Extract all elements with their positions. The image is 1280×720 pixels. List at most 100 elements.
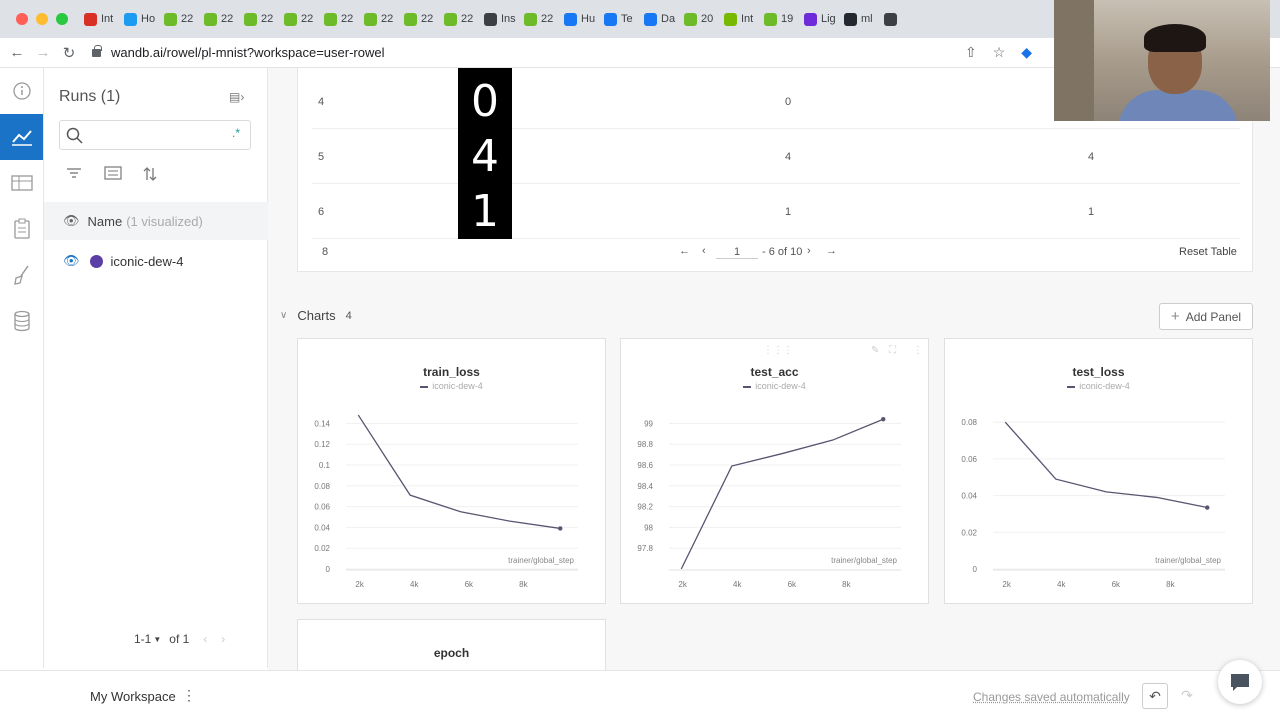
browser-tab[interactable]: 22: [160, 12, 200, 26]
reload-icon[interactable]: ↻: [56, 44, 82, 62]
browser-tab-label: 22: [181, 13, 194, 25]
minimize-window-button[interactable]: [36, 13, 48, 25]
info-icon[interactable]: [0, 68, 43, 114]
browser-tab[interactable]: 22: [440, 12, 480, 26]
chat-icon: [1231, 674, 1249, 691]
first-page-icon[interactable]: ←: [679, 245, 690, 257]
fullscreen-icon[interactable]: ⛶: [889, 345, 896, 356]
chart-title: epoch: [433, 646, 470, 660]
runs-search-field[interactable]: .*: [59, 120, 251, 150]
share-icon[interactable]: ⇧: [965, 44, 977, 61]
browser-tab[interactable]: 22: [360, 12, 400, 26]
browser-tab[interactable]: 22: [320, 12, 360, 26]
browser-tab[interactable]: Hu: [560, 12, 600, 26]
chart-panel-train-loss[interactable]: train_loss iconic-dew-4 0 0.02 0.04 0.06 0.08 0…: [297, 338, 606, 604]
bookmark-star-icon[interactable]: ☆: [993, 44, 1006, 61]
regex-icon[interactable]: .*: [232, 126, 240, 140]
prev-page-icon[interactable]: ‹: [203, 632, 207, 646]
forward-icon[interactable]: →: [30, 44, 56, 61]
series-line-iconic-dew-4: [680, 418, 884, 570]
visible-eye-icon[interactable]: 👁: [63, 253, 80, 269]
browser-tab-label: Int: [741, 13, 754, 25]
page-input[interactable]: 1: [716, 246, 758, 259]
search-icon: [66, 127, 83, 144]
browser-tab[interactable]: Ins: [480, 12, 520, 26]
charts-nav-icon[interactable]: [0, 114, 43, 160]
meta-icon: [644, 12, 657, 26]
browser-tab[interactable]: Da: [640, 12, 680, 26]
prev-table-page-icon[interactable]: ‹: [702, 245, 706, 257]
x-axis-label: trainer/global_step: [1155, 556, 1221, 565]
chart-panel-test-acc[interactable]: test_acc iconic-dew-4 97.8 98 98.2 98.4 98.6 98…: [620, 338, 929, 604]
chevron-down-icon[interactable]: ∨: [280, 310, 287, 321]
more-options-icon[interactable]: ⋮: [182, 687, 196, 704]
browser-tab[interactable]: [880, 12, 920, 26]
browser-tab-label: Int: [101, 13, 114, 25]
browser-tab[interactable]: Int: [80, 12, 120, 26]
range-dropdown-icon[interactable]: ▼: [153, 635, 161, 644]
table-nav-icon[interactable]: [0, 160, 43, 206]
artifacts-nav-icon[interactable]: [0, 298, 43, 344]
runs-search-input[interactable]: [88, 126, 228, 144]
browser-tab[interactable]: Int: [720, 12, 760, 26]
run-row[interactable]: 👁 iconic-dew-4: [44, 246, 268, 276]
browser-tab[interactable]: 22: [200, 12, 240, 26]
y-tick-label: 0.06: [314, 503, 330, 512]
runs-range[interactable]: 1-1: [134, 632, 151, 646]
lime-icon: [524, 12, 537, 26]
lock-icon: [92, 44, 102, 57]
chart-panel-test-loss[interactable]: test_loss iconic-dew-4 0 0.02 0.04 0.06 0.08 2k…: [944, 338, 1253, 604]
browser-tab[interactable]: 22: [280, 12, 320, 26]
last-page-icon[interactable]: →: [826, 245, 837, 257]
maximize-window-button[interactable]: [56, 13, 68, 25]
sort-icon[interactable]: [143, 166, 157, 185]
undo-icon[interactable]: ↶: [1142, 683, 1168, 709]
y-tick-label: 0.04: [314, 523, 330, 532]
table-expand-icon[interactable]: ▤›: [229, 90, 244, 104]
x-tick-label: 6k: [1112, 580, 1121, 589]
group-icon[interactable]: [104, 166, 122, 183]
browser-tab[interactable]: 19: [760, 12, 800, 26]
x-tick-label: 8k: [519, 580, 528, 589]
charts-section-header[interactable]: ∨ Charts 4: [280, 308, 352, 323]
page-info: - 6 of 10: [762, 246, 803, 258]
workspace-name[interactable]: My Workspace: [90, 689, 176, 704]
github-icon: [844, 12, 857, 26]
browser-tab[interactable]: Lig: [800, 12, 840, 26]
run-color-dot[interactable]: [89, 254, 103, 268]
browser-tab[interactable]: Ho: [120, 12, 160, 26]
close-window-button[interactable]: [16, 13, 28, 25]
browser-tab[interactable]: 22: [400, 12, 440, 26]
drag-handle-icon[interactable]: ⋮⋮⋮: [763, 345, 793, 356]
browser-tab[interactable]: ml: [840, 12, 880, 26]
browser-tab[interactable]: 20: [680, 12, 720, 26]
browser-tab-label: 20: [701, 13, 714, 25]
next-table-page-icon[interactable]: ›: [807, 245, 811, 257]
browser-tab[interactable]: 22: [520, 12, 560, 26]
url-field[interactable]: wandb.ai/rowel/pl-mnist?workspace=user-r…: [111, 45, 384, 60]
globe-icon: [884, 12, 897, 26]
browser-tab-label: Hu: [581, 13, 596, 25]
charts-count: 4: [345, 309, 352, 322]
add-panel-button[interactable]: + Add Panel: [1159, 303, 1253, 330]
run-name[interactable]: iconic-dew-4: [111, 254, 184, 269]
edit-icon[interactable]: ✎: [871, 345, 879, 356]
panel-menu-icon[interactable]: ⋮: [913, 345, 923, 356]
extension-icon[interactable]: ◆: [1021, 44, 1032, 61]
reset-table-button[interactable]: Reset Table: [1179, 246, 1237, 258]
tab-list: Int Ho 22 22 22 22 22 22 22 22 Ins 22 Hu Te Da 20 Int 19 L…: [80, 12, 920, 26]
redo-icon[interactable]: ↷: [1174, 683, 1200, 709]
browser-tab[interactable]: 22: [240, 12, 280, 26]
reports-nav-icon[interactable]: [0, 206, 43, 252]
next-page-icon[interactable]: ›: [221, 632, 225, 646]
sweep-brush-icon[interactable]: [0, 252, 43, 298]
browser-tab[interactable]: Te: [600, 12, 640, 26]
back-icon[interactable]: ←: [4, 44, 30, 61]
x-tick-label: 6k: [465, 580, 474, 589]
name-column-header[interactable]: 👁 Name (1 visualized): [44, 202, 268, 240]
chart-panel-epoch[interactable]: epoch: [297, 619, 606, 670]
lime-icon: [684, 12, 697, 26]
chat-support-button[interactable]: [1218, 660, 1262, 704]
filter-icon[interactable]: [66, 166, 82, 183]
eye-icon[interactable]: 👁: [63, 213, 80, 229]
